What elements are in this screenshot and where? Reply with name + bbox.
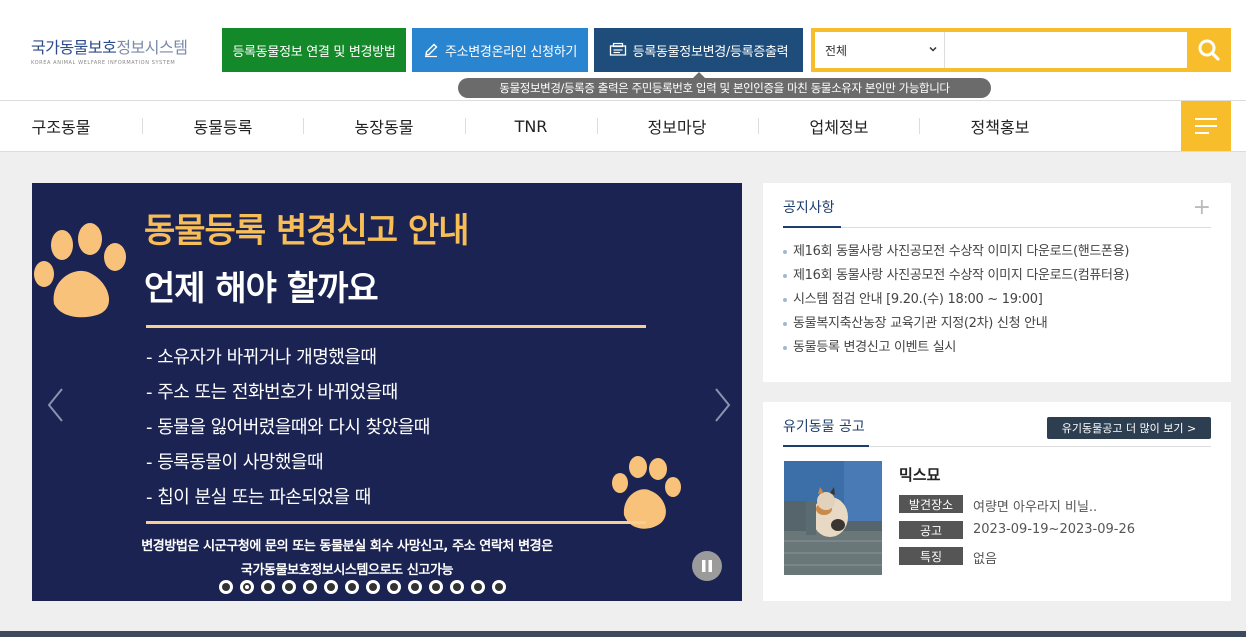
nav-divider — [758, 118, 759, 134]
next-slide-icon[interactable] — [712, 387, 732, 423]
search-button[interactable] — [1187, 28, 1231, 72]
search-scope-select[interactable]: 전체 — [815, 32, 945, 68]
main-nav: 구조동물 동물등록 농장동물 TNR 정보마당 업체정보 정책홍보 — [0, 100, 1246, 152]
notice-period-value: 2023-09-19~2023-09-26 — [973, 522, 1135, 537]
nav-item-info[interactable]: 정보마당 — [637, 101, 717, 151]
notice-item[interactable]: 제16회 동물사랑 사진공모전 수상작 이미지 다운로드(핸드폰용) — [783, 240, 1129, 259]
banner-list-item: - 동물을 잃어버렸을때와 다시 찾았을때 — [146, 417, 430, 438]
slide-pagination — [219, 580, 513, 594]
slide-dot[interactable] — [240, 580, 254, 594]
banner-subtitle: 언제 해야 할까요 — [144, 269, 379, 309]
nav-divider — [919, 118, 920, 134]
search-field-wrap: 전체 — [815, 32, 1187, 68]
slide-dot[interactable] — [492, 580, 506, 594]
logo-subtitle: KOREA ANIMAL WELFARE INFORMATION SYSTEM — [31, 60, 176, 66]
site-logo[interactable]: 국가동물보호정보시스템 KOREA ANIMAL WELFARE INFORMA… — [31, 34, 211, 66]
banner-note: 변경방법은 시군구청에 문의 또는 동물분실 회수 사망신고, 주소 연락처 변… — [141, 539, 553, 554]
animal-name[interactable]: 믹스묘 — [899, 464, 940, 485]
slide-dot[interactable] — [303, 580, 317, 594]
banner-list-item: - 소유자가 바뀌거나 개명했을때 — [146, 347, 377, 368]
paw-icon — [34, 223, 126, 318]
notice-item[interactable]: 제16회 동물사랑 사진공모전 수상작 이미지 다운로드(컴퓨터용) — [783, 264, 1129, 283]
banner-list-item: - 등록동물이 사망했을때 — [146, 452, 324, 473]
registration-change-button[interactable]: 등록동물정보변경/등록증출력 — [594, 28, 803, 72]
printer-icon — [609, 42, 626, 56]
feature-value: 없음 — [973, 552, 997, 567]
panel-divider-accent — [783, 226, 841, 228]
nav-divider — [142, 118, 143, 134]
notice-item[interactable]: 동물등록 변경신고 이벤트 실시 — [783, 336, 956, 355]
nav-item-rescue[interactable]: 구조동물 — [31, 101, 91, 151]
found-place-label: 발견장소 — [899, 495, 963, 513]
nav-divider — [597, 118, 598, 134]
banner-list-item: - 주소 또는 전화번호가 바뀌었을때 — [146, 382, 398, 403]
feature-label: 특징 — [899, 547, 963, 565]
banner-list-item: - 칩이 분실 또는 파손되었을 때 — [146, 487, 371, 508]
search-input[interactable] — [946, 32, 1187, 68]
notice-item[interactable]: 동물복지축산농장 교육기관 지정(2차) 신청 안내 — [783, 312, 1048, 331]
slide-dot[interactable] — [408, 580, 422, 594]
registration-tooltip: 동물정보변경/등록증 출력은 주민등록번호 입력 및 본인인증을 마친 동물소유… — [458, 78, 991, 98]
nav-item-registration[interactable]: 동물등록 — [183, 101, 263, 151]
chevron-down-icon — [929, 46, 937, 52]
slide-dot[interactable] — [366, 580, 380, 594]
logo-title: 국가동물보호정보시스템 — [31, 38, 188, 57]
stray-animal-title[interactable]: 유기동물 공고 — [783, 416, 865, 436]
more-stray-animals-button[interactable]: 유기동물공고 더 많이 보기 > — [1047, 417, 1211, 439]
registration-change-label: 등록동물정보변경/등록증출력 — [632, 44, 789, 60]
notice-item[interactable]: 시스템 점검 안내 [9.20.(수) 18:00 ~ 19:00] — [783, 288, 1043, 307]
banner-note: 국가동물보호정보시스템으로도 신고가능 — [240, 563, 454, 578]
all-menu-button[interactable] — [1181, 101, 1231, 151]
prev-slide-icon[interactable] — [46, 387, 66, 423]
pause-button[interactable] — [692, 551, 722, 581]
slide-dot[interactable] — [471, 580, 485, 594]
pencil-icon — [424, 43, 438, 58]
nav-item-business[interactable]: 업체정보 — [799, 101, 879, 151]
panel-divider-accent — [783, 445, 869, 447]
banner-divider — [146, 521, 646, 524]
banner-title: 동물등록 변경신고 안내 — [144, 211, 469, 251]
cat-photo-icon — [784, 461, 882, 575]
header: 국가동물보호정보시스템 KOREA ANIMAL WELFARE INFORMA… — [0, 0, 1246, 100]
banner-divider — [146, 325, 646, 328]
footer-strip — [0, 631, 1246, 637]
slide-dot[interactable] — [450, 580, 464, 594]
animal-photo[interactable] — [784, 461, 882, 575]
slide-dot[interactable] — [282, 580, 296, 594]
slide-dot[interactable] — [324, 580, 338, 594]
panel-divider — [783, 227, 1211, 228]
nav-item-farm[interactable]: 농장동물 — [344, 101, 424, 151]
nav-divider — [465, 118, 466, 134]
slide-dot[interactable] — [387, 580, 401, 594]
search-icon — [1198, 39, 1220, 61]
search-scope-value: 전체 — [825, 43, 848, 58]
stray-animal-panel: 유기동물 공고 유기동물공고 더 많이 보기 > 믹스묘 발견장소 여량면 아우… — [763, 402, 1231, 601]
slide-dot[interactable] — [429, 580, 443, 594]
notice-title[interactable]: 공지사항 — [783, 197, 835, 217]
search-box: 전체 — [811, 28, 1231, 72]
slide-dot[interactable] — [219, 580, 233, 594]
more-notice-icon[interactable]: + — [1193, 197, 1211, 219]
link-info-label: 등록동물정보 연결 및 변경방법 — [232, 44, 396, 60]
slide-dot[interactable] — [345, 580, 359, 594]
main-banner[interactable]: 동물등록 변경신고 안내 언제 해야 할까요 - 소유자가 바뀌거나 개명했을때… — [32, 183, 742, 601]
address-change-label: 주소변경온라인 신청하기 — [444, 44, 578, 60]
nav-item-policy[interactable]: 정책홍보 — [960, 101, 1040, 151]
nav-item-tnr[interactable]: TNR — [501, 101, 561, 151]
notice-panel: 공지사항 + 제16회 동물사랑 사진공모전 수상작 이미지 다운로드(핸드폰용… — [763, 183, 1231, 382]
nav-divider — [303, 118, 304, 134]
pause-icon — [702, 560, 712, 572]
address-change-button[interactable]: 주소변경온라인 신청하기 — [412, 28, 588, 72]
hamburger-icon — [1195, 118, 1217, 134]
link-info-button[interactable]: 등록동물정보 연결 및 변경방법 — [222, 28, 406, 72]
slide-dot[interactable] — [261, 580, 275, 594]
found-place-value: 여량면 아우라지 비닐.. — [973, 500, 1098, 515]
notice-period-label: 공고 — [899, 521, 963, 539]
